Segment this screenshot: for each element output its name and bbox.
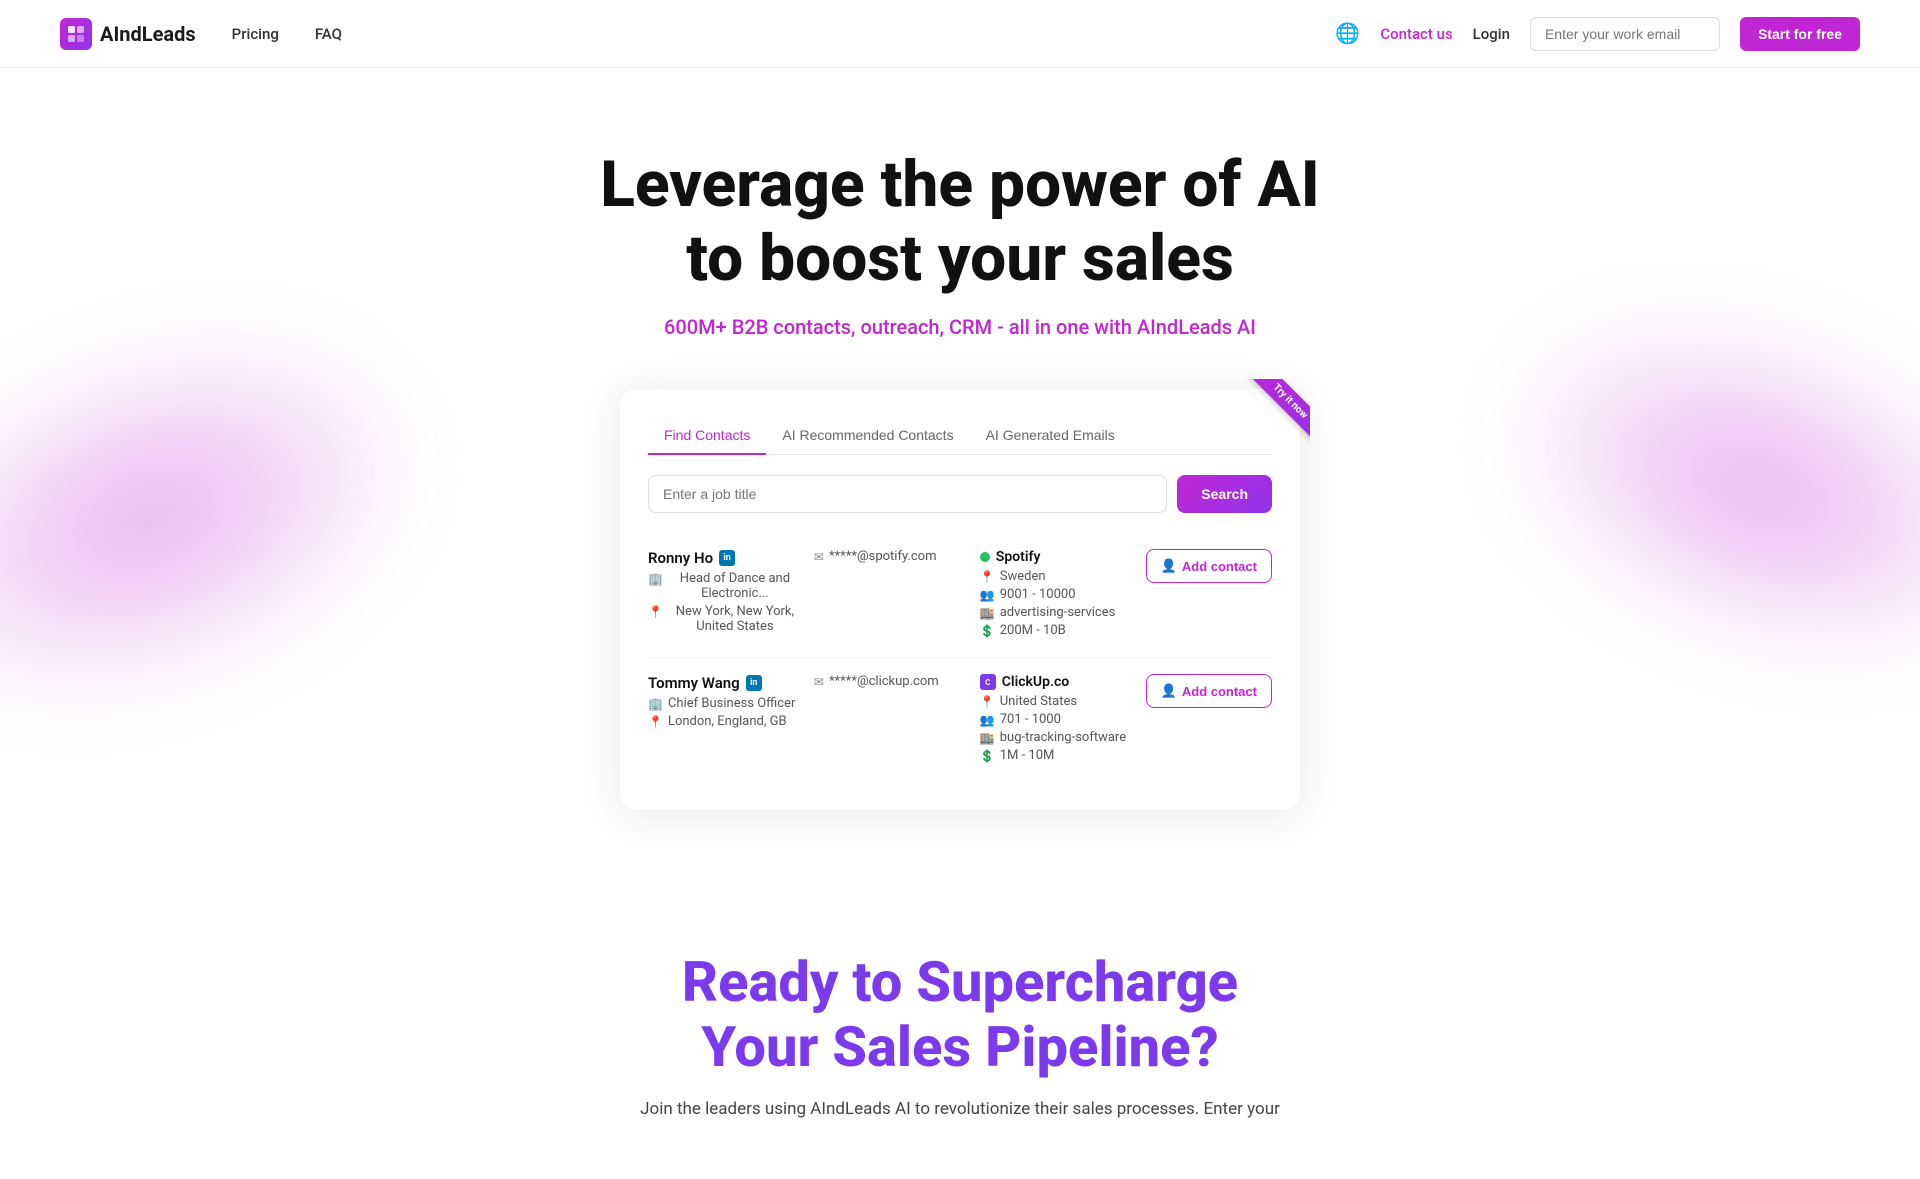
nav-right: 🌐 Contact us Login Start for free: [1335, 17, 1860, 51]
email-input[interactable]: [1530, 17, 1720, 51]
cta-title: Ready to Supercharge Your Sales Pipeline…: [20, 950, 1900, 1079]
login-link[interactable]: Login: [1473, 25, 1510, 43]
users-icon-2: 👥: [980, 713, 995, 727]
users-icon-1: 👥: [980, 588, 995, 602]
hero-title-line2: to boost your sales: [686, 221, 1234, 296]
contact-title-2: 🏢 Chief Business Officer: [648, 696, 802, 711]
job-title-input[interactable]: [648, 475, 1167, 513]
add-contact-button-1[interactable]: 👤 Add contact: [1146, 549, 1272, 583]
faq-link[interactable]: FAQ: [315, 25, 342, 43]
contact-info-2: Tommy Wang in 🏢 Chief Business Officer 📍…: [648, 674, 802, 732]
building-icon-1: 🏬: [980, 606, 995, 620]
company-name-1: Spotify: [980, 549, 1134, 565]
company-employees-1: 👥 9001 - 10000: [980, 587, 1134, 602]
briefcase-icon-1: 🏢: [648, 572, 663, 586]
pin-icon-1: 📍: [648, 605, 663, 619]
company-info-1: Spotify 📍 Sweden 👥 9001 - 10000 🏬 advert…: [980, 549, 1134, 641]
tabs: Find Contacts AI Recommended Contacts AI…: [648, 417, 1272, 455]
company-category-1: 🏬 advertising-services: [980, 605, 1134, 620]
cta-title-line2: Your Sales Pipeline?: [701, 1014, 1218, 1080]
linkedin-icon-1: in: [719, 550, 735, 566]
add-icon-2: 👤: [1161, 683, 1177, 699]
country-pin-2: 📍: [980, 695, 995, 709]
ribbon: Try it now: [1246, 379, 1310, 446]
search-button[interactable]: Search: [1177, 475, 1272, 513]
hero-title-line1: Leverage the power of AI: [600, 147, 1319, 222]
cta-section: Ready to Supercharge Your Sales Pipeline…: [0, 890, 1920, 1179]
pricing-link[interactable]: Pricing: [232, 25, 279, 43]
email-icon-2: ✉: [814, 675, 824, 689]
cta-title-line1: Ready to Supercharge: [682, 949, 1238, 1015]
hero-subtitle: 600M+ B2B contacts, outreach, CRM - all …: [20, 315, 1900, 339]
company-name-2: C ClickUp.co: [980, 674, 1134, 690]
briefcase-icon-2: 🏢: [648, 697, 663, 711]
building-icon-2: 🏬: [980, 731, 995, 745]
linkedin-icon-2: in: [746, 675, 762, 691]
add-contact-wrap-2: 👤 Add contact: [1146, 674, 1272, 708]
card-wrapper: Try it now Find Contacts AI Recommended …: [20, 389, 1900, 810]
contact-title-1: 🏢 Head of Dance and Electronic...: [648, 571, 802, 601]
company-info-2: C ClickUp.co 📍 United States 👥 701 - 100…: [980, 674, 1134, 766]
company-employees-2: 👥 701 - 1000: [980, 712, 1134, 727]
logo[interactable]: AIndLeads: [60, 18, 196, 50]
dollar-icon-2: 💲: [980, 749, 995, 763]
tab-find-contacts[interactable]: Find Contacts: [648, 417, 766, 455]
add-icon-1: 👤: [1161, 558, 1177, 574]
navbar: AIndLeads Pricing FAQ 🌐 Contact us Login…: [0, 0, 1920, 68]
contact-name-1: Ronny Ho in: [648, 549, 802, 567]
dollar-icon-1: 💲: [980, 624, 995, 638]
contact-link[interactable]: Contact us: [1380, 25, 1452, 43]
contact-email-2: ✉ *****@clickup.com: [814, 674, 968, 692]
table-row: Ronny Ho in 🏢 Head of Dance and Electron…: [648, 533, 1272, 658]
company-revenue-2: 💲 1M - 10M: [980, 748, 1134, 763]
table-row: Tommy Wang in 🏢 Chief Business Officer 📍…: [648, 658, 1272, 782]
cta-subtitle: Join the leaders using AIndLeads AI to r…: [20, 1099, 1900, 1119]
contact-info-1: Ronny Ho in 🏢 Head of Dance and Electron…: [648, 549, 802, 637]
tab-ai-emails[interactable]: AI Generated Emails: [970, 417, 1131, 455]
contact-email-1: ✉ *****@spotify.com: [814, 549, 968, 567]
company-sq-icon-2: C: [980, 674, 996, 690]
pin-icon-2: 📍: [648, 715, 663, 729]
nav-left: AIndLeads Pricing FAQ: [60, 18, 342, 50]
add-contact-wrap-1: 👤 Add contact: [1146, 549, 1272, 583]
logo-text: AIndLeads: [100, 22, 196, 46]
company-category-2: 🏬 bug-tracking-software: [980, 730, 1134, 745]
globe-button[interactable]: 🌐: [1335, 21, 1360, 46]
country-pin-1: 📍: [980, 570, 995, 584]
ribbon-wrap: Try it now: [1220, 379, 1310, 469]
logo-icon: [60, 18, 92, 50]
email-row-1: ✉ *****@spotify.com: [814, 549, 968, 564]
hero-section: Leverage the power of AI to boost your s…: [0, 68, 1920, 810]
active-dot-1: [980, 552, 990, 562]
email-row-2: ✉ *****@clickup.com: [814, 674, 968, 689]
main-card: Try it now Find Contacts AI Recommended …: [620, 389, 1300, 810]
contact-location-1: 📍 New York, New York, United States: [648, 604, 802, 634]
company-revenue-1: 💲 200M - 10B: [980, 623, 1134, 638]
company-country-2: 📍 United States: [980, 694, 1134, 709]
hero-title: Leverage the power of AI to boost your s…: [20, 148, 1900, 295]
tab-ai-recommended[interactable]: AI Recommended Contacts: [766, 417, 969, 455]
search-row: Search: [648, 475, 1272, 513]
start-free-button[interactable]: Start for free: [1740, 17, 1860, 51]
company-country-1: 📍 Sweden: [980, 569, 1134, 584]
email-icon-1: ✉: [814, 550, 824, 564]
add-contact-button-2[interactable]: 👤 Add contact: [1146, 674, 1272, 708]
contact-name-2: Tommy Wang in: [648, 674, 802, 692]
contact-location-2: 📍 London, England, GB: [648, 714, 802, 729]
